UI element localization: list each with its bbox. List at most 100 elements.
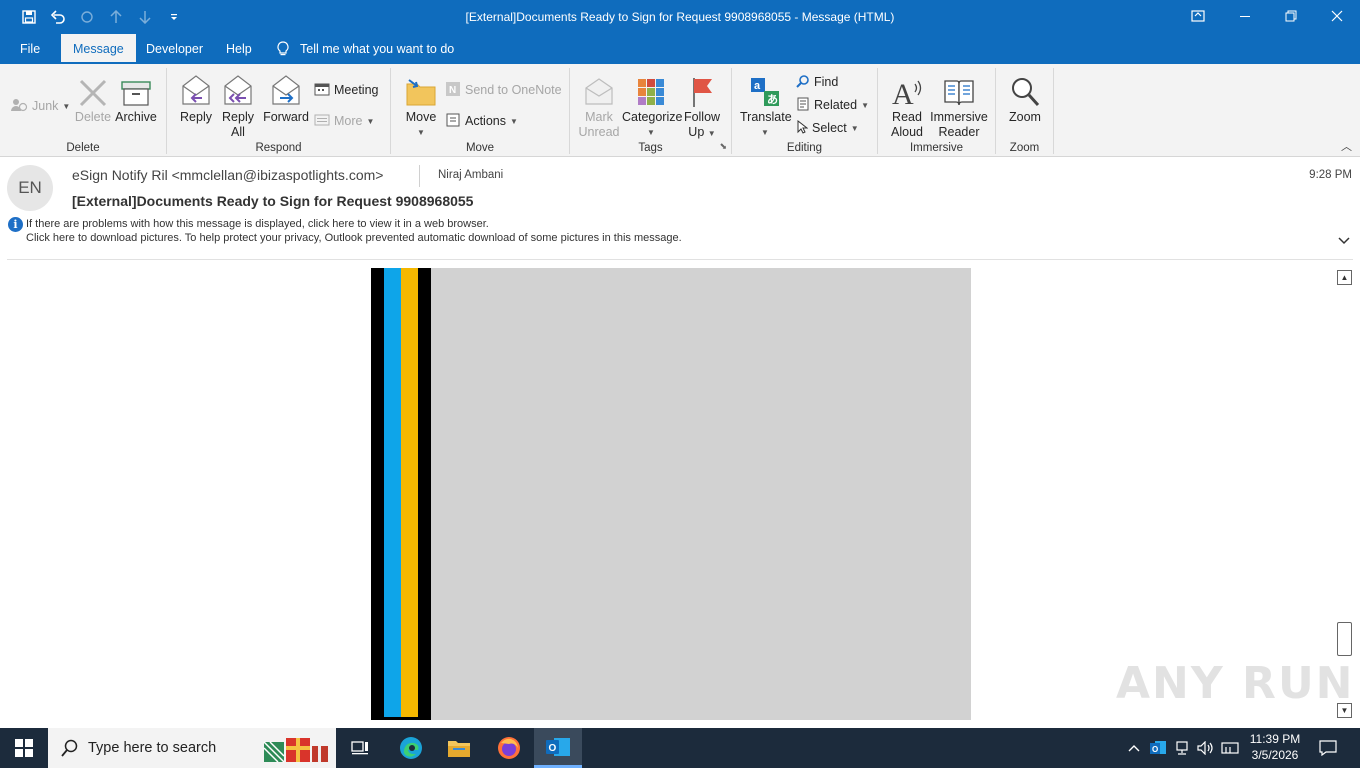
outlook-tray-icon[interactable]: O bbox=[1148, 728, 1168, 768]
chevron-down-icon: ▼ bbox=[417, 128, 425, 137]
close-icon[interactable] bbox=[1314, 0, 1360, 32]
junk-button[interactable]: Junk ▼ bbox=[10, 96, 70, 116]
task-view-icon[interactable] bbox=[336, 728, 384, 768]
select-button[interactable]: Select ▼ bbox=[796, 118, 859, 138]
svg-text:O: O bbox=[1152, 745, 1158, 754]
ribbon: Junk ▼ Delete Archive Delete Reply Reply… bbox=[0, 64, 1360, 157]
tab-file[interactable]: File bbox=[8, 34, 52, 64]
read-aloud-icon: A bbox=[886, 70, 928, 108]
delete-label: Delete bbox=[74, 110, 112, 124]
file-explorer-icon[interactable] bbox=[435, 728, 483, 768]
archive-label: Archive bbox=[115, 110, 157, 124]
actions-button[interactable]: Actions ▼ bbox=[445, 111, 518, 131]
expand-header-chevron-icon[interactable] bbox=[1338, 233, 1350, 248]
reply-all-button[interactable]: Reply All bbox=[219, 70, 257, 140]
zoom-group-label: Zoom bbox=[1009, 142, 1040, 154]
image-gold-stripe bbox=[401, 268, 418, 717]
watermark-logo: ANY RUN bbox=[1116, 658, 1355, 709]
download-pictures-notice[interactable]: Click here to download pictures. To help… bbox=[26, 232, 682, 244]
svg-text:a: a bbox=[754, 80, 761, 92]
svg-text:O: O bbox=[549, 743, 557, 754]
onenote-icon: N bbox=[445, 81, 461, 100]
send-to-onenote-label: Send to OneNote bbox=[465, 83, 562, 97]
chevron-down-icon: ▼ bbox=[861, 100, 870, 110]
related-button[interactable]: Related ▼ bbox=[796, 95, 869, 115]
edge-browser-icon[interactable] bbox=[387, 728, 435, 768]
immersive-group-label: Immersive bbox=[909, 142, 964, 154]
move-label: Move bbox=[405, 110, 437, 124]
immersive-reader-label-line-1: Immersive bbox=[930, 110, 988, 124]
message-header: EN eSign Notify Ril <mmclellan@ibizaspot… bbox=[0, 157, 1360, 261]
message-subject: [External]Documents Ready to Sign for Re… bbox=[72, 193, 474, 209]
restore-icon[interactable] bbox=[1268, 0, 1314, 32]
view-in-browser-notice[interactable]: If there are problems with how this mess… bbox=[26, 218, 489, 230]
title-bar: [External]Documents Ready to Sign for Re… bbox=[0, 0, 1360, 34]
mark-unread-label-line-2: Unread bbox=[578, 125, 620, 139]
actions-label: Actions bbox=[465, 114, 506, 128]
taskbar-clock[interactable]: 11:39 PM 3/5/2026 bbox=[1240, 731, 1310, 763]
immersive-reader-icon bbox=[930, 70, 988, 108]
notifications-icon[interactable] bbox=[1316, 728, 1340, 768]
forward-label: Forward bbox=[263, 110, 309, 124]
move-group: Move ▼ N Send to OneNote Actions ▼ Move bbox=[391, 68, 570, 154]
meeting-button[interactable]: Meeting bbox=[314, 80, 378, 100]
more-icon bbox=[314, 113, 330, 130]
outlook-taskbar-icon[interactable]: O bbox=[534, 728, 582, 768]
tags-dialog-launcher-icon[interactable]: ⬊ bbox=[719, 141, 727, 152]
send-to-onenote-button[interactable]: N Send to OneNote bbox=[445, 80, 562, 100]
scroll-thumb[interactable] bbox=[1337, 622, 1352, 656]
clock-time: 11:39 PM bbox=[1249, 732, 1301, 746]
chevron-down-icon: ▼ bbox=[62, 101, 71, 111]
blocked-image-placeholder[interactable] bbox=[371, 268, 971, 720]
find-button[interactable]: Find bbox=[796, 72, 838, 92]
collapse-ribbon-icon[interactable]: ︿ bbox=[1341, 138, 1352, 154]
follow-up-button[interactable]: Follow Up ▼ bbox=[682, 70, 722, 141]
mark-unread-button[interactable]: Mark Unread bbox=[578, 70, 620, 140]
chevron-down-icon: ▼ bbox=[366, 116, 375, 126]
minimize-icon[interactable] bbox=[1222, 0, 1268, 32]
scroll-up-icon[interactable]: ▲ bbox=[1337, 270, 1352, 285]
archive-button[interactable]: Archive bbox=[114, 70, 158, 125]
immersive-reader-button[interactable]: Immersive Reader bbox=[930, 70, 988, 140]
input-indicator-icon[interactable] bbox=[1220, 728, 1240, 768]
reply-button[interactable]: Reply bbox=[177, 70, 215, 125]
vertical-scrollbar[interactable]: ▲ ▼ bbox=[1336, 268, 1354, 720]
clock-date: 3/5/2026 bbox=[1251, 748, 1299, 762]
recipient[interactable]: Niraj Ambani bbox=[438, 169, 503, 181]
show-hidden-icons-chevron-up-icon[interactable] bbox=[1124, 728, 1144, 768]
svg-text:A: A bbox=[892, 78, 914, 108]
header-divider bbox=[7, 259, 1353, 260]
translate-button[interactable]: aあ Translate ▼ bbox=[740, 70, 792, 140]
chevron-down-icon: ▼ bbox=[510, 116, 518, 126]
zoom-button[interactable]: Zoom bbox=[1004, 70, 1046, 125]
sender[interactable]: eSign Notify Ril <mmclellan@ibizaspotlig… bbox=[72, 167, 383, 183]
forward-button[interactable]: Forward bbox=[262, 70, 310, 125]
taskbar: Type here to search O O 11:39 PM 3/5/202… bbox=[0, 728, 1360, 768]
tell-me-search[interactable]: Tell me what you want to do bbox=[276, 34, 454, 64]
volume-icon[interactable] bbox=[1196, 728, 1216, 768]
editing-group: aあ Translate ▼ Find Related ▼ Select ▼ E… bbox=[732, 68, 878, 154]
search-placeholder: Type here to search bbox=[88, 740, 217, 756]
firefox-icon[interactable] bbox=[485, 728, 533, 768]
windows-start-icon[interactable] bbox=[0, 728, 48, 768]
search-highlight-gifts-icon bbox=[262, 734, 332, 767]
related-icon bbox=[796, 97, 810, 114]
move-button[interactable]: Move ▼ bbox=[401, 70, 441, 140]
tab-developer[interactable]: Developer bbox=[134, 34, 215, 64]
read-aloud-button[interactable]: A Read Aloud bbox=[886, 70, 928, 140]
avatar[interactable]: EN bbox=[7, 165, 53, 211]
network-icon[interactable] bbox=[1172, 728, 1192, 768]
delete-button[interactable]: Delete bbox=[74, 70, 112, 125]
image-blue-stripe bbox=[384, 268, 401, 717]
more-respond-button[interactable]: More ▼ bbox=[314, 111, 374, 131]
reply-icon bbox=[177, 70, 215, 108]
ribbon-display-options-icon[interactable] bbox=[1175, 0, 1221, 32]
tab-message[interactable]: Message bbox=[61, 34, 136, 64]
tags-group-label: Tags bbox=[638, 142, 663, 154]
delete-group-label: Delete bbox=[66, 142, 100, 154]
tab-help[interactable]: Help bbox=[214, 34, 264, 64]
categorize-button[interactable]: Categorize ▼ bbox=[622, 70, 682, 140]
taskbar-search-box[interactable]: Type here to search bbox=[48, 728, 336, 768]
flag-icon bbox=[682, 70, 722, 108]
select-label: Select bbox=[812, 121, 847, 135]
